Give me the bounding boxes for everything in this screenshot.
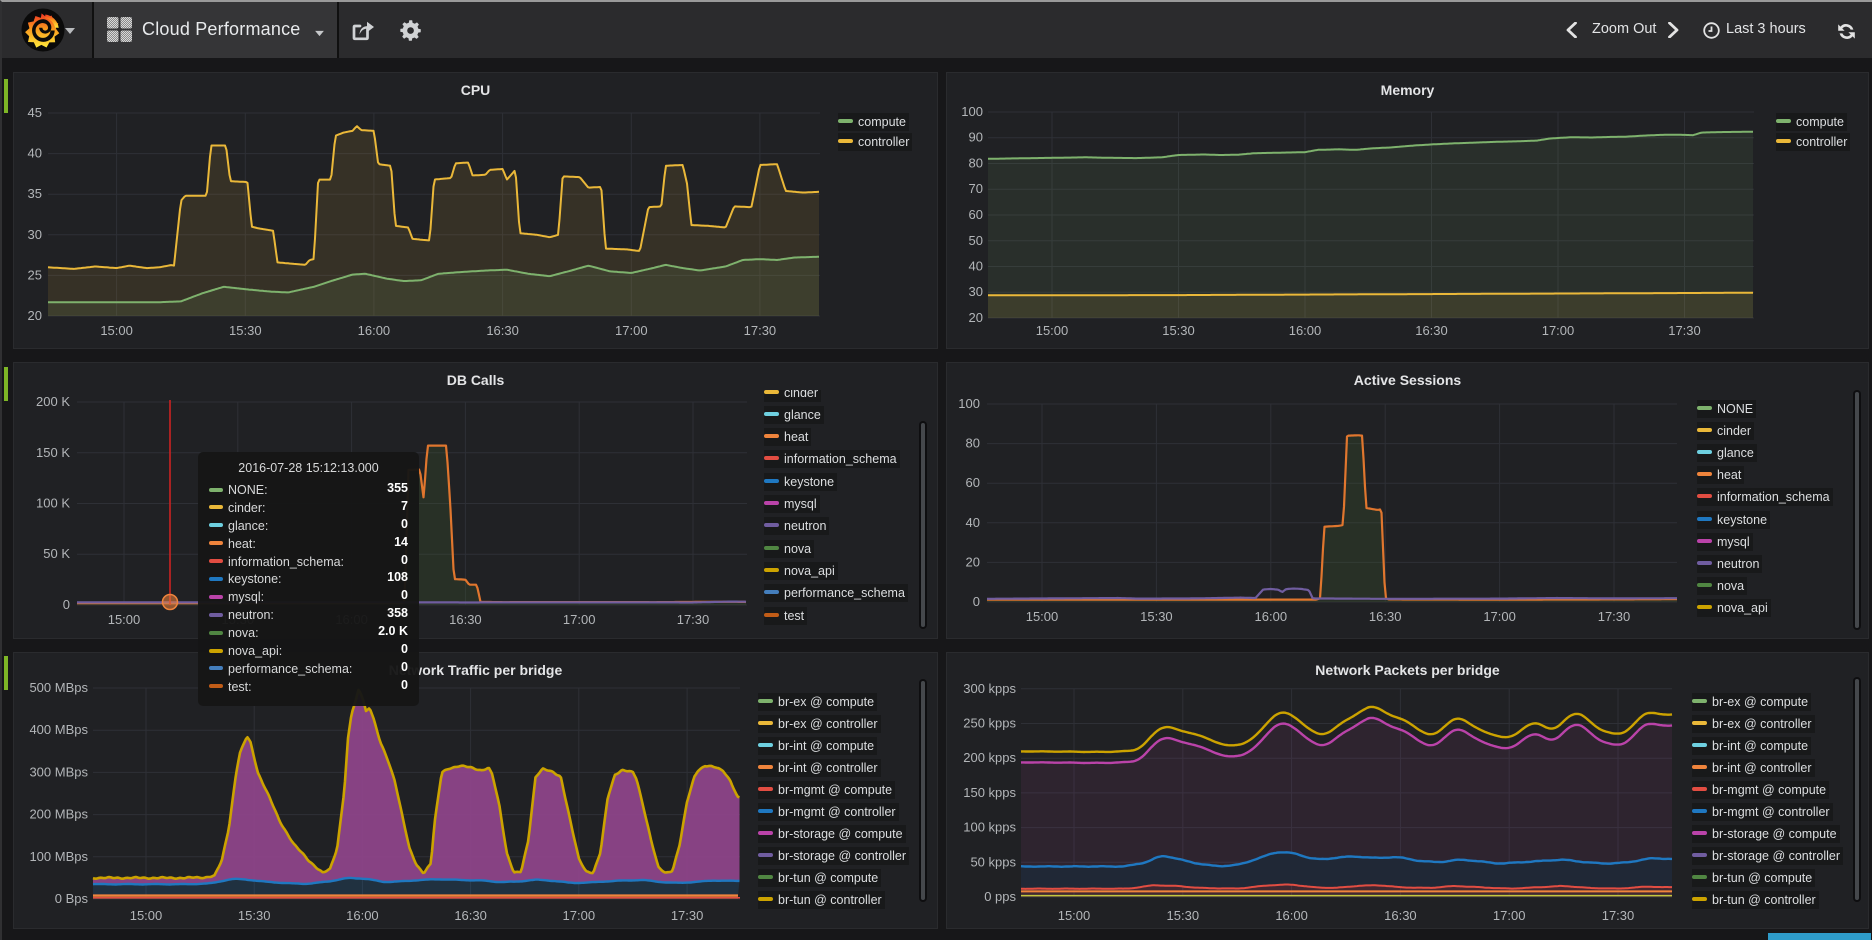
svg-text:17:30: 17:30 [1598, 609, 1631, 624]
svg-text:150 K: 150 K [36, 445, 70, 460]
svg-text:15:30: 15:30 [229, 323, 262, 338]
svg-text:15:00: 15:00 [100, 323, 133, 338]
svg-text:30: 30 [969, 284, 983, 299]
svg-text:16:30: 16:30 [1384, 908, 1417, 923]
svg-text:17:00: 17:00 [563, 612, 596, 627]
svg-text:300 kpps: 300 kpps [963, 681, 1016, 696]
svg-text:17:00: 17:00 [1493, 908, 1526, 923]
svg-text:20: 20 [28, 308, 42, 323]
svg-text:17:00: 17:00 [563, 908, 596, 923]
svg-text:40: 40 [28, 146, 42, 161]
svg-text:16:30: 16:30 [449, 612, 482, 627]
svg-text:40: 40 [966, 515, 980, 530]
svg-text:15:00: 15:00 [1026, 609, 1059, 624]
svg-text:15:00: 15:00 [130, 908, 163, 923]
svg-text:45: 45 [28, 105, 42, 120]
svg-text:17:30: 17:30 [1668, 323, 1701, 338]
svg-text:17:30: 17:30 [744, 323, 777, 338]
svg-text:15:00: 15:00 [108, 612, 141, 627]
svg-text:100 K: 100 K [36, 496, 70, 511]
svg-text:100: 100 [958, 396, 980, 411]
svg-text:16:00: 16:00 [346, 908, 379, 923]
svg-text:16:30: 16:30 [1415, 323, 1448, 338]
svg-text:16:00: 16:00 [358, 323, 391, 338]
svg-text:100 MBps: 100 MBps [29, 849, 88, 864]
svg-text:17:00: 17:00 [1542, 323, 1575, 338]
svg-text:15:30: 15:30 [1167, 908, 1200, 923]
svg-text:15:30: 15:30 [1162, 323, 1195, 338]
svg-text:15:30: 15:30 [238, 908, 271, 923]
svg-text:50 K: 50 K [43, 546, 70, 561]
svg-text:16:00: 16:00 [1289, 323, 1322, 338]
svg-text:17:30: 17:30 [671, 908, 704, 923]
svg-text:25: 25 [28, 267, 42, 282]
svg-text:15:00: 15:00 [1058, 908, 1091, 923]
svg-text:0 Bps: 0 Bps [55, 891, 89, 906]
svg-text:16:30: 16:30 [486, 323, 519, 338]
svg-text:500 MBps: 500 MBps [29, 680, 88, 695]
svg-text:0: 0 [63, 597, 70, 612]
svg-text:150 kpps: 150 kpps [963, 785, 1016, 800]
svg-text:200 MBps: 200 MBps [29, 807, 88, 822]
svg-text:70: 70 [969, 181, 983, 196]
svg-text:50: 50 [969, 233, 983, 248]
svg-text:200 K: 200 K [36, 394, 70, 409]
svg-text:80: 80 [969, 156, 983, 171]
svg-text:100: 100 [961, 104, 983, 119]
svg-text:400 MBps: 400 MBps [29, 722, 88, 737]
svg-text:90: 90 [969, 130, 983, 145]
svg-text:40: 40 [969, 259, 983, 274]
svg-text:17:00: 17:00 [615, 323, 648, 338]
svg-text:0 pps: 0 pps [984, 889, 1016, 904]
svg-text:60: 60 [969, 207, 983, 222]
svg-text:16:30: 16:30 [1369, 609, 1402, 624]
svg-text:50 kpps: 50 kpps [970, 854, 1016, 869]
svg-text:15:30: 15:30 [1140, 609, 1173, 624]
svg-text:100 kpps: 100 kpps [963, 820, 1016, 835]
svg-text:0: 0 [973, 594, 980, 609]
svg-text:16:00: 16:00 [1275, 908, 1308, 923]
svg-text:20: 20 [966, 554, 980, 569]
svg-text:250 kpps: 250 kpps [963, 716, 1016, 731]
svg-text:16:00: 16:00 [1255, 609, 1288, 624]
svg-text:17:00: 17:00 [1483, 609, 1516, 624]
svg-text:200 kpps: 200 kpps [963, 750, 1016, 765]
svg-text:17:30: 17:30 [677, 612, 710, 627]
svg-text:20: 20 [969, 310, 983, 325]
svg-text:16:30: 16:30 [454, 908, 487, 923]
svg-text:15:00: 15:00 [1036, 323, 1069, 338]
svg-text:60: 60 [966, 475, 980, 490]
svg-text:80: 80 [966, 436, 980, 451]
svg-text:30: 30 [28, 227, 42, 242]
svg-text:300 MBps: 300 MBps [29, 764, 88, 779]
svg-text:17:30: 17:30 [1602, 908, 1635, 923]
svg-text:35: 35 [28, 186, 42, 201]
